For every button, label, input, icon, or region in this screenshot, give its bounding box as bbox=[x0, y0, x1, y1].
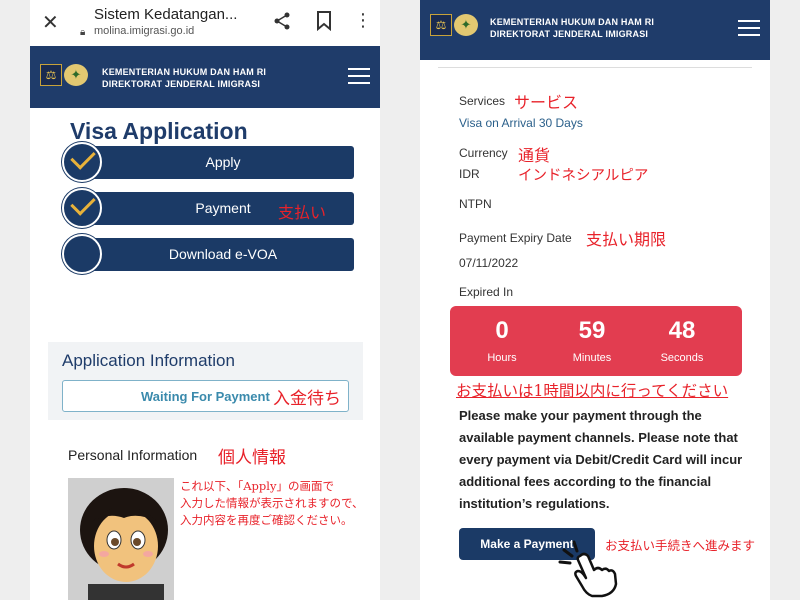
lock-icon: 🔒︎ bbox=[80, 27, 86, 38]
left-phone-screen: ✕ Sistem Kedatangan... 🔒︎ molina.imigras… bbox=[30, 0, 380, 600]
hamburger-icon[interactable] bbox=[348, 68, 370, 84]
expiry-label: Payment Expiry Date bbox=[459, 231, 572, 245]
deadline-note: お支払いは1時間以内に行ってください bbox=[456, 382, 729, 400]
application-info-title: Application Information bbox=[62, 351, 235, 370]
status-note: 入金待ち bbox=[273, 389, 341, 409]
expiry-value: 07/11/2022 bbox=[459, 256, 519, 270]
close-icon[interactable]: ✕ bbox=[42, 10, 59, 35]
status-text: Waiting For Payment bbox=[141, 389, 270, 404]
step-apply[interactable]: Apply bbox=[92, 146, 354, 179]
more-vert-icon[interactable]: ⋮ bbox=[354, 10, 372, 31]
immigration-logo-icon: ⚖ bbox=[430, 14, 452, 36]
currency-label: Currency bbox=[459, 146, 508, 160]
personal-info-heading: Personal Information bbox=[68, 447, 198, 463]
expiry-note: 支払い期限 bbox=[586, 230, 667, 249]
browser-toolbar: ✕ Sistem Kedatangan... 🔒︎ molina.imigras… bbox=[30, 0, 380, 46]
countdown-timer: 0 Hours 59 Minutes 48 Seconds bbox=[450, 306, 742, 376]
right-phone-screen: ⚖ ✦ KEMENTERIAN HUKUM DAN HAM RI DIREKTO… bbox=[420, 0, 770, 600]
hamburger-icon[interactable] bbox=[738, 20, 760, 36]
personal-info-note: 個人情報 bbox=[218, 448, 286, 468]
avatar bbox=[68, 478, 174, 600]
site-header: ⚖ ✦ KEMENTERIAN HUKUM DAN HAM RI DIREKTO… bbox=[30, 46, 380, 108]
services-note: サービス bbox=[514, 93, 579, 112]
check-icon bbox=[70, 144, 96, 170]
share-icon[interactable] bbox=[272, 11, 292, 31]
step-apply-status bbox=[62, 142, 102, 182]
annotation-note: これ以下、「Apply」の画面で 入力した情報が表示されますので、 入力内容を再… bbox=[180, 479, 364, 527]
org-name: KEMENTERIAN HUKUM DAN HAM RI DIREKTORAT … bbox=[490, 17, 655, 39]
divider bbox=[438, 60, 752, 68]
services-value: Visa on Arrival 30 Days bbox=[459, 116, 583, 130]
immigration-logo-icon: ⚖ bbox=[40, 64, 62, 86]
payment-button-note: お支払い手続きへ進みます bbox=[605, 538, 756, 553]
currency-value: IDR bbox=[459, 167, 480, 181]
logos: ⚖ ✦ bbox=[430, 14, 478, 36]
step-download-status bbox=[62, 234, 102, 274]
step-payment-status bbox=[62, 188, 102, 228]
payment-note: 支払い bbox=[278, 203, 327, 222]
pointing-hand-icon bbox=[558, 540, 618, 598]
countdown-seconds: 48 Seconds bbox=[660, 317, 704, 364]
ntpn-label: NTPN bbox=[459, 197, 492, 211]
garuda-emblem-icon: ✦ bbox=[64, 64, 88, 86]
tab-title: Sistem Kedatangan... bbox=[94, 6, 238, 23]
status-badge: Waiting For Payment 入金待ち bbox=[62, 380, 349, 412]
garuda-emblem-icon: ✦ bbox=[454, 14, 478, 36]
logos: ⚖ ✦ bbox=[40, 64, 88, 86]
org-name: KEMENTERIAN HUKUM DAN HAM RI DIREKTORAT … bbox=[102, 67, 267, 89]
countdown-hours: 0 Hours bbox=[487, 317, 517, 364]
url-text[interactable]: molina.imigrasi.go.id bbox=[94, 25, 194, 37]
application-info-card: Application Information Waiting For Paym… bbox=[48, 342, 363, 420]
countdown-minutes: 59 Minutes bbox=[572, 317, 612, 364]
step-download-evoa[interactable]: Download e-VOA bbox=[92, 238, 354, 271]
currency-note: 通貨 bbox=[518, 146, 551, 165]
currency-value-note: インドネシアルピア bbox=[518, 168, 649, 184]
site-header: ⚖ ✦ KEMENTERIAN HUKUM DAN HAM RI DIREKTO… bbox=[420, 0, 770, 60]
check-icon bbox=[70, 190, 96, 216]
payment-instructions: Please make your payment through the ava… bbox=[459, 408, 743, 511]
page-title: Visa Application bbox=[70, 118, 248, 144]
expired-in-label: Expired In bbox=[459, 285, 514, 299]
services-label: Services bbox=[459, 94, 506, 108]
bookmark-icon[interactable] bbox=[316, 11, 332, 31]
